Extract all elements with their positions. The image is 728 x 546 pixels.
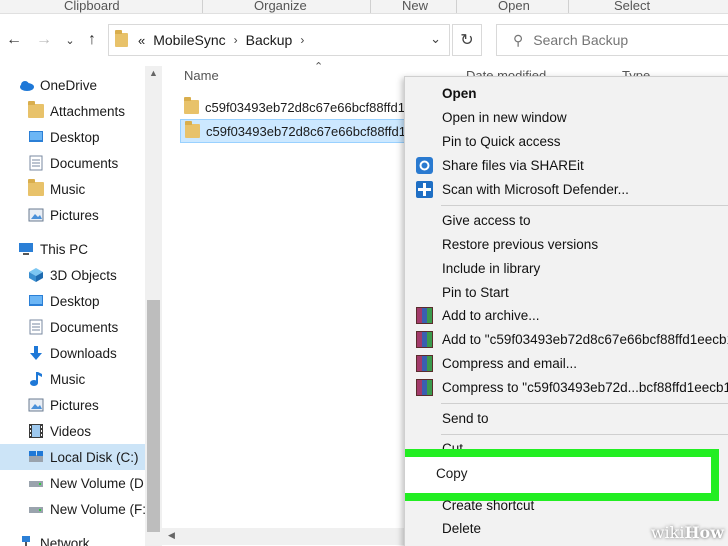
cloud-icon <box>18 77 34 93</box>
refresh-icon: ↻ <box>460 32 474 49</box>
scrollbar-thumb[interactable] <box>147 300 160 532</box>
menu-item-pin-start[interactable]: Pin to Start <box>405 281 728 304</box>
column-header-name[interactable]: Name <box>184 68 219 83</box>
winrar-icon <box>416 331 433 348</box>
desktop-icon <box>28 129 44 145</box>
breadcrumb-backup[interactable]: Backup <box>246 32 293 48</box>
menu-item-give-access[interactable]: Give access to <box>405 209 728 232</box>
ribbon-group-new: New <box>402 0 429 13</box>
disk-icon <box>28 449 44 465</box>
winrar-icon <box>416 355 433 372</box>
menu-item-create-shortcut[interactable]: Create shortcut <box>405 494 728 517</box>
context-menu: Open Open in new window Pin to Quick acc… <box>404 76 728 546</box>
sidebar-item-this-pc[interactable]: This PC <box>18 236 163 262</box>
refresh-button[interactable]: ↻ <box>452 24 482 56</box>
ribbon-group-clipboard: Clipboard <box>64 0 120 13</box>
file-row-selected[interactable]: c59f03493eb72d8c67e66bcf88ffd1eecb1d6 <box>180 119 410 143</box>
address-bar[interactable]: « MobileSync › Backup › ⌄ <box>108 24 450 56</box>
chevron-right-icon[interactable]: › <box>234 33 238 47</box>
shareit-icon <box>416 157 433 174</box>
winrar-icon <box>416 307 433 324</box>
download-icon <box>28 345 44 361</box>
pc-icon <box>18 241 34 257</box>
winrar-icon <box>416 379 433 396</box>
sidebar-scrollbar[interactable]: ▲ <box>145 66 162 546</box>
horizontal-scrollbar[interactable]: ◀ <box>162 528 422 545</box>
menu-item-share-shareit[interactable]: Share files via SHAREit <box>405 154 728 177</box>
navigation-pane: OneDrive Attachments Desktop Documents M… <box>0 66 162 546</box>
menu-item-restore-versions[interactable]: Restore previous versions <box>405 233 728 256</box>
ribbon-group-select: Select <box>614 0 651 13</box>
ribbon-group-bar: Clipboard Organize New Open Select <box>0 0 728 14</box>
search-input[interactable] <box>533 32 694 48</box>
sort-ascending-icon: ⌃ <box>314 61 324 73</box>
drive-icon <box>28 501 44 517</box>
menu-item-compress-email[interactable]: Compress and email... <box>405 352 728 375</box>
music-icon <box>28 371 44 387</box>
pictures-icon <box>28 397 44 413</box>
pictures-icon <box>28 207 44 223</box>
menu-item-send-to[interactable]: Send to <box>405 407 728 430</box>
navigation-bar: ← → ⌄ ↑ « MobileSync › Backup › ⌄ ↻ ⚲ <box>0 14 728 66</box>
file-row[interactable]: c59f03493eb72d8c67e66bcf88ffd1eecb1d6 <box>180 95 410 119</box>
sidebar-item-onedrive[interactable]: OneDrive <box>18 72 163 98</box>
menu-item-compress-to[interactable]: Compress to "c59f03493eb72d...bcf88ffd1e… <box>405 376 728 399</box>
folder-icon <box>185 121 200 138</box>
menu-item-copy[interactable]: Copy <box>405 457 711 493</box>
wikihow-watermark: wikiHow <box>650 523 724 542</box>
back-arrow-icon[interactable]: ← <box>4 30 24 50</box>
cube-icon <box>28 267 44 283</box>
network-icon <box>18 535 34 546</box>
menu-item-add-to-rar[interactable]: Add to "c59f03493eb72d8c67e66bcf88ffd1ee… <box>405 328 728 351</box>
menu-item-scan-defender[interactable]: Scan with Microsoft Defender... <box>405 178 728 201</box>
folder-icon <box>115 30 128 47</box>
sidebar-item-network[interactable]: Network <box>18 530 163 546</box>
shield-icon <box>416 181 433 198</box>
ribbon-group-open: Open <box>498 0 530 13</box>
menu-item-open[interactable]: Open <box>405 82 728 105</box>
desktop-icon <box>28 293 44 309</box>
up-arrow-icon[interactable]: ↑ <box>82 30 102 50</box>
documents-icon <box>28 319 44 335</box>
scroll-left-icon[interactable]: ◀ <box>168 530 175 541</box>
sidebar-item-local-disk-c[interactable]: Local Disk (C:) <box>0 444 145 470</box>
recent-locations-chevron-icon[interactable]: ⌄ <box>60 30 80 50</box>
menu-item-open-new-window[interactable]: Open in new window <box>405 106 728 129</box>
breadcrumb-overflow[interactable]: « <box>138 33 145 48</box>
forward-arrow-icon[interactable]: → <box>34 30 54 50</box>
address-dropdown-icon[interactable]: ⌄ <box>430 31 441 47</box>
folder-icon <box>28 101 44 118</box>
menu-item-add-to-archive[interactable]: Add to archive... <box>405 304 728 327</box>
chevron-right-icon[interactable]: › <box>300 33 304 47</box>
breadcrumb-mobilesync[interactable]: MobileSync <box>153 32 225 48</box>
folder-icon <box>184 97 199 114</box>
drive-icon <box>28 475 44 491</box>
ribbon-group-organize: Organize <box>254 0 307 13</box>
folder-icon <box>28 179 44 196</box>
video-icon <box>28 423 44 439</box>
search-box[interactable]: ⚲ <box>496 24 728 56</box>
menu-item-pin-quick-access[interactable]: Pin to Quick access <box>405 130 728 153</box>
menu-item-include-library[interactable]: Include in library <box>405 257 728 280</box>
scroll-up-icon[interactable]: ▲ <box>149 68 158 78</box>
search-icon: ⚲ <box>513 31 524 48</box>
documents-icon <box>28 155 44 171</box>
